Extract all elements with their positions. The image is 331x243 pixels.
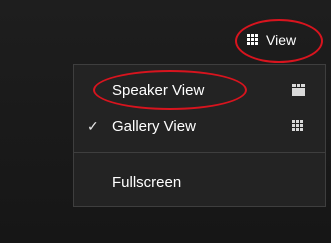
- speaker-view-icon: [292, 84, 306, 96]
- grid-icon: [247, 33, 260, 47]
- menu-item-speaker-view[interactable]: Speaker View: [74, 75, 325, 105]
- view-button-label: View: [266, 32, 297, 48]
- gallery-view-icon: [292, 120, 305, 133]
- menu-item-label: Fullscreen: [112, 173, 182, 191]
- checkmark-icon: ✓: [87, 117, 99, 134]
- menu-item-gallery-view[interactable]: ✓ Gallery View: [74, 111, 325, 141]
- screen: View Speaker View ✓ Gallery View Fullscr…: [0, 0, 331, 243]
- view-button[interactable]: View: [247, 27, 296, 53]
- menu-item-label: Gallery View: [112, 117, 196, 135]
- menu-divider: [74, 152, 325, 153]
- menu-item-label: Speaker View: [112, 81, 205, 99]
- menu-item-fullscreen[interactable]: Fullscreen: [74, 167, 325, 197]
- view-menu: Speaker View ✓ Gallery View Fullscreen: [73, 64, 326, 207]
